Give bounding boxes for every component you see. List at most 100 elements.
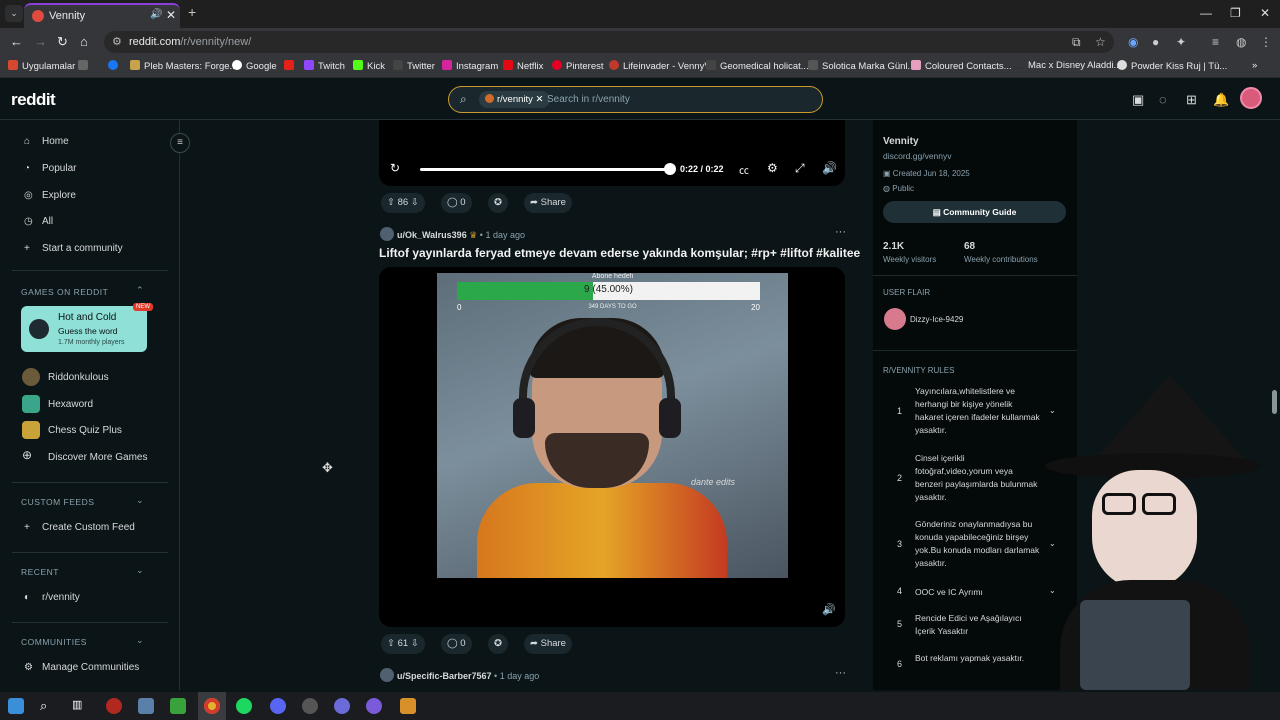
user-avatar[interactable]: [1240, 87, 1262, 109]
chip-close-icon[interactable]: ✕: [536, 94, 544, 105]
settings-gear-icon[interactable]: ⚙: [767, 161, 778, 175]
forward-button[interactable]: →: [34, 34, 47, 49]
chevron-down-icon[interactable]: ⌄: [136, 565, 144, 576]
share-button[interactable]: ➦ Share: [524, 193, 572, 213]
notifications-bell-icon[interactable]: 🔔: [1213, 92, 1229, 108]
search-input[interactable]: Search in r/vennity: [547, 94, 630, 105]
windows-start-icon[interactable]: [8, 698, 24, 714]
post-title[interactable]: Liftof yayınlarda feryad etmeye devam ed…: [379, 246, 860, 260]
extension-circle-icon[interactable]: ●: [1152, 35, 1159, 49]
chevron-down-icon[interactable]: ⌄: [1049, 539, 1056, 548]
game-chess-quiz-plus[interactable]: Chess Quiz Plus: [48, 425, 122, 436]
obs-icon[interactable]: [400, 698, 416, 714]
downvote-icon[interactable]: ⇩: [411, 197, 419, 208]
media-controls-icon[interactable]: ≡: [1212, 35, 1219, 49]
post-author[interactable]: u/Ok_Walrus396: [397, 230, 467, 240]
communities-header[interactable]: COMMUNITIES: [21, 637, 87, 647]
audio-playing-icon[interactable]: 🔊: [150, 9, 162, 20]
manage-communities[interactable]: ⚙ Manage Communities: [24, 662, 139, 673]
app-icon[interactable]: [366, 698, 382, 714]
games-section-header[interactable]: GAMES ON REDDIT: [21, 287, 108, 297]
bookmark-item[interactable]: Lifeinvader - VennyV: [609, 60, 711, 72]
rule-text[interactable]: Bot reklamı yapmak yasaktır.: [915, 652, 1041, 665]
subreddit-search-chip[interactable]: r/vennity ✕: [479, 91, 550, 108]
seek-handle[interactable]: [664, 163, 676, 175]
flair-avatar[interactable]: [884, 308, 906, 330]
menu-dots-icon[interactable]: ⋮: [1260, 35, 1272, 49]
sidebar-item-start-community[interactable]: + Start a community: [24, 243, 123, 254]
sidebar-item-popular[interactable]: ◔ Popular: [24, 163, 76, 174]
extension-icon[interactable]: ◉: [1128, 35, 1138, 49]
post-overflow-menu[interactable]: ···: [835, 226, 846, 238]
chevron-up-icon[interactable]: ⌃: [136, 285, 144, 296]
bookmark-item[interactable]: Geomedical holicat...: [706, 60, 809, 72]
game-riddonkulous[interactable]: Riddonkulous: [48, 372, 109, 383]
reload-button[interactable]: ↻: [57, 34, 68, 50]
sidebar-item-explore[interactable]: ◎ Explore: [24, 190, 76, 201]
rule-text[interactable]: Yayıncılara,whitelistlere ve herhangi bi…: [915, 385, 1041, 437]
flair-username[interactable]: Dizzy-Ice-9429: [910, 315, 963, 324]
xbox-icon[interactable]: [170, 698, 186, 714]
collapse-sidebar-button[interactable]: ≡: [170, 133, 190, 153]
advertise-icon[interactable]: ▣: [1132, 92, 1144, 108]
award-button[interactable]: ✪: [488, 634, 508, 654]
bookmark-grid[interactable]: [78, 60, 92, 72]
bookmark-item[interactable]: Coloured Contacts...: [911, 60, 1012, 72]
custom-feeds-header[interactable]: CUSTOM FEEDS: [21, 497, 94, 507]
recent-header[interactable]: RECENT: [21, 567, 59, 577]
calculator-icon[interactable]: [138, 698, 154, 714]
bookmark-item[interactable]: Pleb Masters: Forge...: [130, 60, 237, 72]
search-bar[interactable]: ⌕ r/vennity ✕ Search in r/vennity: [448, 86, 823, 113]
create-post-icon[interactable]: ⊞: [1186, 92, 1197, 108]
chevron-down-icon[interactable]: ⌄: [1049, 406, 1056, 415]
bookmark-apps[interactable]: Uygulamalar: [8, 60, 75, 72]
chevron-down-icon[interactable]: ⌄: [1049, 586, 1056, 595]
rule-text[interactable]: Cinsel içerikli fotoğraf,video,yorum vey…: [915, 452, 1041, 504]
discover-more-games[interactable]: Discover More Games: [48, 452, 147, 463]
game-hexaword[interactable]: Hexaword: [48, 399, 93, 410]
bookmark-item[interactable]: Twitch: [304, 60, 345, 72]
chrome-icon[interactable]: [204, 698, 220, 714]
recent-item-vennity[interactable]: ◐ r/vennity: [24, 592, 80, 603]
page-scrollbar-thumb[interactable]: [1272, 390, 1277, 414]
upvote-icon[interactable]: ⇧: [387, 638, 395, 649]
search-icon[interactable]: ⌕: [40, 698, 56, 714]
new-tab-button[interactable]: +: [188, 4, 196, 20]
rule-text[interactable]: Rencide Edici ve Aşağılayıcı İçerik Yasa…: [915, 612, 1041, 638]
vote-control[interactable]: ⇧ 86 ⇩: [381, 193, 425, 213]
more-bookmarks-icon[interactable]: »: [1252, 60, 1257, 71]
rule-text[interactable]: Gönderiniz onaylanmadıysa bu konuda yapa…: [915, 518, 1041, 570]
restore-button[interactable]: ❐: [1230, 6, 1241, 20]
share-button[interactable]: ➦ Share: [524, 634, 572, 654]
upvote-icon[interactable]: ⇧: [387, 197, 395, 208]
bookmark-item[interactable]: Instagram: [442, 60, 498, 72]
community-guide-button[interactable]: ▤ Community Guide: [883, 201, 1066, 223]
community-link[interactable]: discord.gg/vennyv: [883, 151, 952, 161]
downvote-icon[interactable]: ⇩: [411, 638, 419, 649]
bookmark-item[interactable]: Google: [232, 60, 277, 72]
browser-tab[interactable]: Vennity 🔊 ✕: [24, 3, 180, 28]
chat-icon[interactable]: ◌: [1159, 92, 1167, 107]
captions-icon[interactable]: ㏄: [739, 162, 749, 177]
bookmark-item[interactable]: Solotica Marka Günl...: [808, 60, 915, 72]
bookmark-item[interactable]: Powder Kiss Ruj | Tü...: [1117, 60, 1227, 72]
vote-control[interactable]: ⇧ 61 ⇩: [381, 634, 425, 654]
video-player-1[interactable]: [379, 120, 845, 186]
rule-text[interactable]: OOC ve IC Ayrımı: [915, 586, 1041, 599]
minimize-button[interactable]: —: [1200, 6, 1212, 20]
video-seek-bar[interactable]: [420, 168, 670, 171]
author-avatar[interactable]: [380, 227, 394, 241]
site-info-icon[interactable]: ⚙: [112, 35, 122, 48]
task-view-icon[interactable]: ▥: [72, 698, 88, 714]
back-button[interactable]: ←: [10, 34, 23, 49]
bookmark-star-icon[interactable]: ☆: [1095, 35, 1106, 49]
extensions-puzzle-icon[interactable]: ✦: [1176, 35, 1186, 49]
post-overflow-menu[interactable]: ···: [835, 667, 846, 679]
install-app-icon[interactable]: ⧉: [1072, 35, 1081, 50]
bookmark-item[interactable]: [284, 60, 298, 72]
bookmark-item[interactable]: Pinterest: [552, 60, 604, 72]
address-bar[interactable]: ⚙ reddit.com/r/vennity/new/: [104, 31, 1114, 53]
bookmark-item[interactable]: Kick: [353, 60, 385, 72]
award-button[interactable]: ✪: [488, 193, 508, 213]
steam-icon[interactable]: [302, 698, 318, 714]
